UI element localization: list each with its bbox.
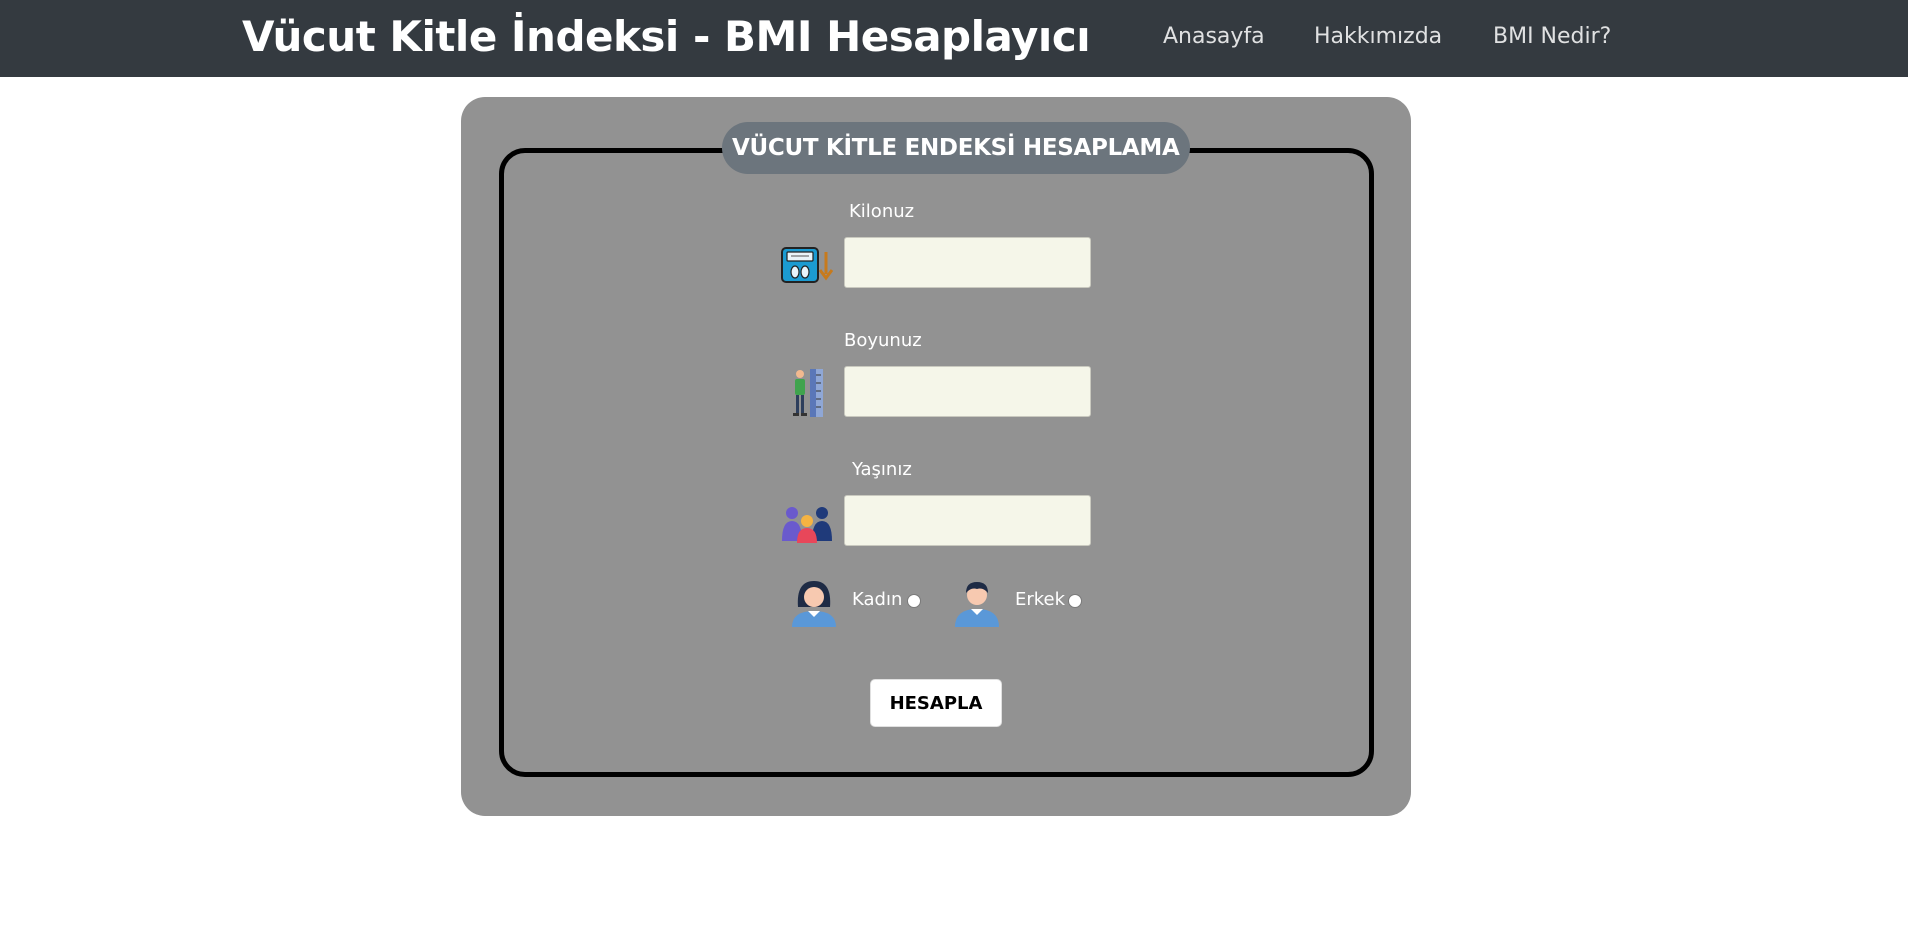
navbar: Vücut Kitle İndeksi - BMI Hesaplayıcı An… [0,0,1908,77]
scale-icon [781,246,833,286]
bmi-form-card: VÜCUT KİTLE ENDEKSİ HESAPLAMA Kilonuz Bo… [461,97,1411,816]
age-input[interactable] [844,495,1091,546]
man-avatar-icon [953,577,1001,627]
gender-female-label: Kadın [852,589,903,610]
nav-link-home[interactable]: Anasayfa [1163,24,1265,49]
gender-female-radio[interactable] [907,594,921,608]
calculate-button[interactable]: HESAPLA [870,679,1002,727]
weight-input[interactable] [844,237,1091,288]
woman-avatar-icon [790,577,838,627]
gender-male-radio[interactable] [1068,594,1082,608]
height-label: Boyunuz [844,330,922,351]
nav-link-bmi-info[interactable]: BMI Nedir? [1493,24,1611,49]
navbar-brand[interactable]: Vücut Kitle İndeksi - BMI Hesaplayıcı [242,12,1091,61]
height-measure-icon [788,367,828,419]
nav-link-about[interactable]: Hakkımızda [1314,24,1442,49]
people-group-icon [781,505,835,543]
gender-male-label: Erkek [1015,589,1066,610]
age-label: Yaşınız [852,459,912,480]
form-legend: VÜCUT KİTLE ENDEKSİ HESAPLAMA [722,122,1190,174]
weight-label: Kilonuz [849,201,915,222]
height-input[interactable] [844,366,1091,417]
